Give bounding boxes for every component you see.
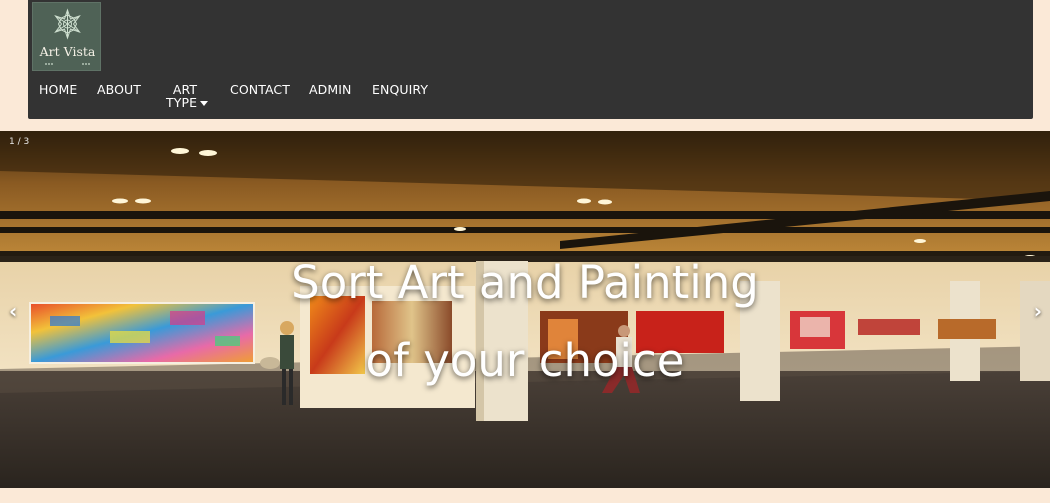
prev-slide-button[interactable]: ‹ xyxy=(9,299,17,323)
slide-caption: Sort Art and Painting of your choice xyxy=(0,244,1050,400)
nav-admin[interactable]: ADMIN xyxy=(309,82,352,97)
logo-text: Art Vista xyxy=(39,44,96,59)
nav-enquiry[interactable]: ENQUIRY xyxy=(372,82,428,97)
top-navbar: Art Vista HOME ABOUT ART TYPE CONTACT AD… xyxy=(28,0,1033,119)
caption-line-1: Sort Art and Painting xyxy=(291,256,759,309)
nav-contact[interactable]: CONTACT xyxy=(230,82,290,97)
site-logo[interactable]: Art Vista xyxy=(32,2,101,71)
nav-art-type-line1: ART xyxy=(172,82,198,97)
caret-down-icon xyxy=(200,101,209,106)
nav-about[interactable]: ABOUT xyxy=(97,82,141,97)
star-ornament-icon xyxy=(45,8,90,65)
page: Art Vista HOME ABOUT ART TYPE CONTACT AD… xyxy=(0,0,1050,503)
nav-art-type-line2: TYPE xyxy=(166,95,209,110)
caption-line-2: of your choice xyxy=(365,334,685,387)
nav-art-type-dropdown[interactable]: ART TYPE xyxy=(166,82,209,110)
slide-indicators xyxy=(502,497,538,503)
hero-slideshow: 1 / 3 Sort Art and Painting of your choi… xyxy=(0,131,1050,488)
next-slide-button[interactable]: › xyxy=(1034,299,1042,323)
slide-counter: 1 / 3 xyxy=(9,137,30,147)
nav-home[interactable]: HOME xyxy=(39,82,77,97)
nav-art-type-label: TYPE xyxy=(166,95,198,110)
